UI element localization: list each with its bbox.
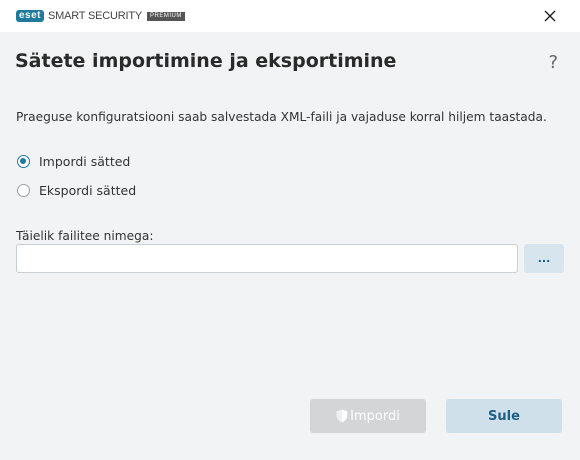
file-path-label: Täielik failitee nimega: (16, 229, 154, 243)
shield-icon (336, 409, 348, 423)
export-settings-label: Ekspordi sätted (39, 183, 137, 198)
edition-badge: PREMIUM (147, 11, 185, 21)
import-settings-radio[interactable] (17, 155, 30, 168)
close-dialog-button[interactable]: Sule (446, 399, 562, 433)
title-bar: eset SMART SECURITY PREMIUM (0, 0, 580, 32)
file-path-input[interactable] (16, 244, 518, 273)
help-button[interactable]: ? (548, 52, 558, 73)
window-close-button[interactable] (540, 6, 560, 26)
close-icon (544, 10, 556, 22)
eset-logo: eset SMART SECURITY PREMIUM (16, 9, 185, 23)
eset-brand-badge: eset (16, 10, 45, 22)
browse-button[interactable]: ... (524, 244, 564, 273)
import-button-label: Impordi (350, 408, 400, 424)
import-button[interactable]: Impordi (310, 399, 426, 433)
import-settings-option[interactable]: Impordi sätted (17, 154, 130, 169)
product-name: SMART SECURITY (48, 10, 142, 22)
export-settings-radio[interactable] (17, 184, 30, 197)
export-settings-option[interactable]: Ekspordi sätted (17, 183, 136, 198)
dialog-title: Sätete importimine ja eksportimine (15, 50, 397, 72)
dialog-description: Praeguse konfiguratsiooni saab salvestad… (16, 110, 547, 124)
import-settings-label: Impordi sätted (39, 154, 131, 169)
